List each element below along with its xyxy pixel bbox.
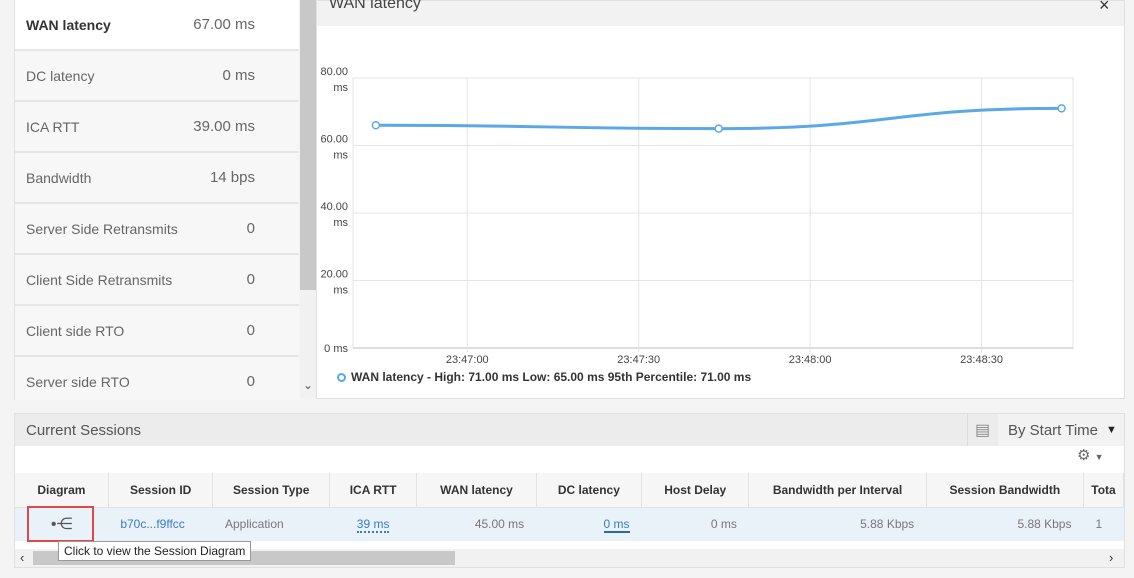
y-tick-label: 20.00 bbox=[320, 269, 348, 281]
bw-interval-value: 5.88 Kbps bbox=[748, 507, 927, 541]
y-tick-unit: ms bbox=[333, 285, 348, 297]
wan-latency-chart: 0 ms 20.00 ms 40.00 ms 60.00 ms 80.00 ms 23:47:00… bbox=[320, 66, 1074, 366]
table-row[interactable]: •⋲ b70c...f9ffcc Application 39 ms 45.00… bbox=[15, 507, 1124, 541]
close-icon[interactable]: × bbox=[1099, 0, 1110, 16]
metric-value: 39.00 ms bbox=[193, 118, 255, 135]
chart-legend[interactable]: WAN latency - High: 71.00 ms Low: 65.00 … bbox=[337, 370, 751, 384]
chart-panel: WAN latency × 0 ms 20.00 ms 40.00 ms 60.00 ms 8… bbox=[316, 0, 1125, 399]
scroll-left-icon[interactable]: ‹ bbox=[20, 550, 24, 565]
sort-dropdown[interactable]: By Start Time ▼ bbox=[998, 414, 1124, 446]
settings-gear-icon[interactable]: ⚙ ▼ bbox=[1077, 446, 1104, 464]
y-tick-unit: ms bbox=[333, 217, 348, 229]
column-header[interactable]: ICA RTT bbox=[329, 473, 418, 508]
scroll-right-icon[interactable]: › bbox=[1109, 550, 1113, 565]
metric-item[interactable]: DC latency 0 ms bbox=[15, 51, 299, 102]
session-type: Application bbox=[212, 507, 330, 541]
list-view-icon[interactable]: ▤ bbox=[967, 414, 997, 446]
y-tick-label: 40.00 bbox=[320, 201, 348, 213]
wan-latency-value: 45.00 ms bbox=[416, 507, 537, 541]
host-delay-value: 0 ms bbox=[641, 507, 749, 541]
metric-item[interactable]: Server Side Retransmits 0 bbox=[15, 204, 299, 255]
x-tick-label: 23:47:30 bbox=[617, 354, 660, 366]
sessions-header bbox=[15, 414, 1124, 446]
column-header[interactable]: Host Delay bbox=[641, 473, 750, 508]
metrics-scroll-thumb[interactable] bbox=[300, 0, 316, 290]
y-tick-label: 0 ms bbox=[324, 343, 348, 355]
metric-label: Client side RTO bbox=[26, 322, 125, 339]
x-tick-label: 23:48:00 bbox=[789, 354, 832, 366]
column-header[interactable]: Session Bandwidth bbox=[926, 473, 1084, 508]
ica-rtt-link[interactable]: 39 ms bbox=[356, 517, 390, 534]
column-header[interactable]: DC latency bbox=[536, 473, 643, 508]
metric-item[interactable]: ICA RTT 39.00 ms bbox=[15, 102, 299, 153]
metric-label: ICA RTT bbox=[26, 118, 80, 135]
x-tick-label: 23:47:00 bbox=[446, 354, 489, 366]
chart-header bbox=[317, 1, 1124, 26]
data-point bbox=[714, 124, 723, 133]
scroll-down-icon[interactable]: ⌄ bbox=[300, 378, 316, 396]
chart-title: WAN latency bbox=[329, 0, 421, 12]
tooltip: Click to view the Session Diagram bbox=[58, 541, 252, 561]
metric-label: WAN latency bbox=[26, 16, 111, 33]
metric-label: Client Side Retransmits bbox=[26, 271, 173, 288]
y-tick-label: 80.00 bbox=[320, 66, 348, 78]
metric-value: 67.00 ms bbox=[193, 16, 255, 33]
sort-value: By Start Time bbox=[1008, 421, 1099, 439]
metric-value: 0 ms bbox=[222, 67, 255, 84]
y-tick-unit: ms bbox=[333, 150, 348, 162]
metric-value: 0 bbox=[246, 373, 255, 390]
dc-latency-link[interactable]: 0 ms bbox=[603, 517, 630, 534]
metric-item[interactable]: Client side RTO 0 bbox=[15, 306, 299, 357]
metric-item[interactable]: Server side RTO 0 bbox=[15, 357, 299, 400]
metrics-list: WAN latency 67.00 ms DC latency 0 ms ICA RTT… bbox=[14, 0, 299, 400]
metric-item[interactable]: WAN latency 67.00 ms bbox=[15, 0, 299, 51]
session-id-link[interactable]: b70c...f9ffcc bbox=[108, 507, 213, 541]
metric-value: 14 bps bbox=[209, 169, 255, 186]
metric-item[interactable]: Client Side Retransmits 0 bbox=[15, 255, 299, 306]
y-tick-unit: ms bbox=[333, 82, 348, 94]
column-header[interactable]: Tota bbox=[1083, 473, 1125, 508]
highlight-box bbox=[27, 506, 94, 542]
metric-label: Server Side Retransmits bbox=[26, 220, 178, 237]
metric-label: Server side RTO bbox=[26, 373, 130, 390]
metric-value: 0 bbox=[246, 220, 255, 237]
column-header[interactable]: Session Type bbox=[212, 473, 330, 508]
column-header[interactable]: WAN latency bbox=[416, 473, 537, 508]
column-header[interactable]: Diagram bbox=[15, 473, 109, 508]
sessions-title: Current Sessions bbox=[26, 422, 142, 439]
legend-text: WAN latency - High: 71.00 ms Low: 65.00 … bbox=[351, 370, 752, 384]
column-header[interactable]: Session ID bbox=[108, 473, 214, 508]
session-bw-value: 5.88 Kbps bbox=[926, 507, 1084, 541]
metric-value: 0 bbox=[246, 271, 255, 288]
total-value: 1 bbox=[1083, 507, 1124, 541]
caret-down-icon: ▼ bbox=[1106, 424, 1117, 436]
metric-value: 0 bbox=[246, 322, 255, 339]
data-point bbox=[371, 121, 381, 130]
metric-label: DC latency bbox=[26, 67, 95, 84]
y-tick-label: 60.00 bbox=[320, 134, 348, 146]
metric-item[interactable]: Bandwidth 14 bps bbox=[15, 153, 299, 204]
metric-label: Bandwidth bbox=[26, 169, 92, 186]
legend-marker-icon bbox=[337, 372, 346, 382]
data-point bbox=[1057, 104, 1066, 113]
x-tick-label: 23:48:30 bbox=[960, 354, 1003, 366]
column-header[interactable]: Bandwidth per Interval bbox=[748, 473, 927, 508]
sessions-table: Diagram Session ID Session Type ICA RTT WAN … bbox=[15, 473, 1125, 541]
